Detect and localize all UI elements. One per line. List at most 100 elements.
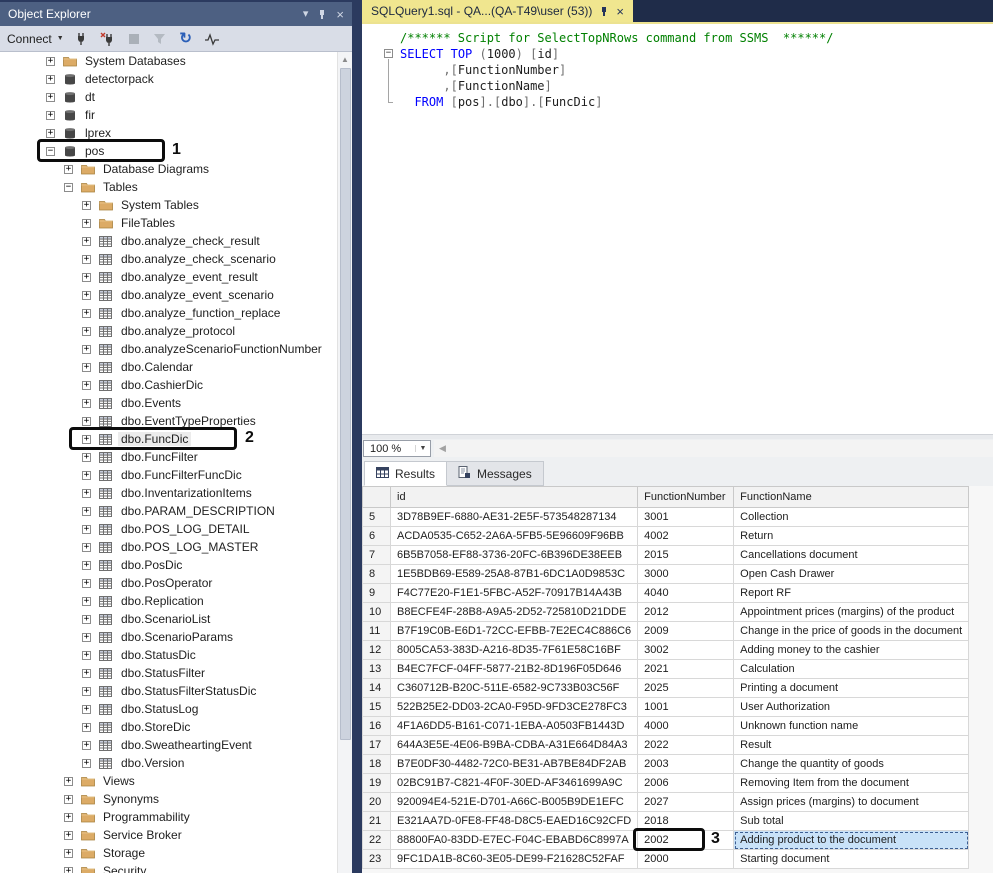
row-header[interactable]: 16 bbox=[363, 717, 391, 736]
cell-id[interactable]: E321AA7D-0FE8-FF48-D8C5-EAED16C92CFD bbox=[391, 812, 638, 831]
cell-functionname[interactable]: Unknown function name bbox=[734, 717, 969, 736]
row-header[interactable]: 7 bbox=[363, 546, 391, 565]
tree-item-system-tables[interactable]: +System Tables bbox=[0, 196, 337, 214]
tree-item-dbo-sweatheartingevent[interactable]: +dbo.SweatheartingEvent bbox=[0, 736, 337, 754]
cell-functionname[interactable]: Report RF bbox=[734, 584, 969, 603]
zoom-level-select[interactable]: 100 % ▼ bbox=[363, 440, 431, 457]
cell-functionname[interactable]: Starting document bbox=[734, 850, 969, 869]
row-header[interactable]: 9 bbox=[363, 584, 391, 603]
cell-id[interactable]: 02BC91B7-C821-4F0F-30ED-AF3461699A9C bbox=[391, 774, 638, 793]
row-header[interactable]: 5 bbox=[363, 508, 391, 527]
cell-functionname[interactable]: Open Cash Drawer bbox=[734, 565, 969, 584]
cell-id[interactable]: B4EC7FCF-04FF-5877-21B2-8D196F05D646 bbox=[391, 660, 638, 679]
row-header[interactable]: 6 bbox=[363, 527, 391, 546]
tab-messages[interactable]: Messages bbox=[446, 461, 544, 486]
expand-icon[interactable]: + bbox=[82, 489, 91, 498]
row-header[interactable]: 10 bbox=[363, 603, 391, 622]
tree-item-dbo-statusdic[interactable]: +dbo.StatusDic bbox=[0, 646, 337, 664]
cell-id[interactable]: 8005CA53-383D-A216-8D35-7F61E58C16BF bbox=[391, 641, 638, 660]
tree-item-dbo-statusfilterstatusdic[interactable]: +dbo.StatusFilterStatusDic bbox=[0, 682, 337, 700]
refresh-icon[interactable]: ↻ bbox=[178, 31, 194, 47]
cell-functionname[interactable]: Cancellations document bbox=[734, 546, 969, 565]
tree-item-dbo-scenarioparams[interactable]: +dbo.ScenarioParams bbox=[0, 628, 337, 646]
tree-item-fir[interactable]: +fir bbox=[0, 106, 337, 124]
activity-monitor-icon[interactable] bbox=[204, 31, 220, 47]
cell-id[interactable]: 4F1A6DD5-B161-C071-1EBA-A0503FB1443D bbox=[391, 717, 638, 736]
cell-id[interactable]: F4C77E20-F1E1-5FBC-A52F-70917B14A43B bbox=[391, 584, 638, 603]
tree-item-filetables[interactable]: +FileTables bbox=[0, 214, 337, 232]
cell-id[interactable]: 522B25E2-DD03-2CA0-F95D-9FD3CE278FC3 bbox=[391, 698, 638, 717]
object-explorer-titlebar[interactable]: Object Explorer ▾ × bbox=[0, 2, 352, 26]
cell-functionnumber[interactable]: 3001 bbox=[638, 508, 734, 527]
cell-id[interactable]: ACDA0535-C652-2A6A-5FB5-5E96609F96BB bbox=[391, 527, 638, 546]
cell-functionnumber[interactable]: 3000 bbox=[638, 565, 734, 584]
expand-icon[interactable]: + bbox=[82, 687, 91, 696]
close-icon[interactable]: × bbox=[616, 5, 624, 18]
connect-plug-icon[interactable] bbox=[74, 31, 90, 47]
column-header-corner[interactable] bbox=[363, 487, 391, 508]
tree-item-system-databases[interactable]: +System Databases bbox=[0, 52, 337, 70]
pin-icon[interactable] bbox=[600, 6, 608, 17]
tree-item-dbo-analyze-function-replace[interactable]: +dbo.analyze_function_replace bbox=[0, 304, 337, 322]
cell-functionnumber[interactable]: 2000 bbox=[638, 850, 734, 869]
tree-item-dbo-analyzescenariofunctionnumber[interactable]: +dbo.analyzeScenarioFunctionNumber bbox=[0, 340, 337, 358]
cell-functionnumber[interactable]: 2009 bbox=[638, 622, 734, 641]
cell-id[interactable]: B7E0DF30-4482-72C0-BE31-AB7BE84DF2AB bbox=[391, 755, 638, 774]
expand-icon[interactable]: + bbox=[46, 57, 55, 66]
cell-id[interactable]: B8ECFE4F-28B8-A9A5-2D52-725810D21DDE bbox=[391, 603, 638, 622]
column-header-id[interactable]: id bbox=[391, 487, 638, 508]
expand-icon[interactable]: + bbox=[82, 507, 91, 516]
expand-icon[interactable]: + bbox=[82, 345, 91, 354]
cell-functionnumber[interactable]: 2006 bbox=[638, 774, 734, 793]
tree-item-dbo-storedic[interactable]: +dbo.StoreDic bbox=[0, 718, 337, 736]
tab-results[interactable]: Results bbox=[364, 461, 447, 486]
tree-item-dbo-funcfilter[interactable]: +dbo.FuncFilter bbox=[0, 448, 337, 466]
cell-functionnumber[interactable]: 4002 bbox=[638, 527, 734, 546]
tree-item-dbo-version[interactable]: +dbo.Version bbox=[0, 754, 337, 772]
row-header[interactable]: 17 bbox=[363, 736, 391, 755]
expand-icon[interactable]: + bbox=[46, 93, 55, 102]
tree-item-dbo-scenariolist[interactable]: +dbo.ScenarioList bbox=[0, 610, 337, 628]
tree-item-views[interactable]: +Views bbox=[0, 772, 337, 790]
tree-item-dbo-pos-log-detail[interactable]: +dbo.POS_LOG_DETAIL bbox=[0, 520, 337, 538]
expand-icon[interactable]: + bbox=[82, 705, 91, 714]
tree-item-dbo-calendar[interactable]: +dbo.Calendar bbox=[0, 358, 337, 376]
collapse-icon[interactable]: − bbox=[64, 183, 73, 192]
cell-functionnumber[interactable]: 3002 bbox=[638, 641, 734, 660]
cell-functionnumber[interactable]: 2022 bbox=[638, 736, 734, 755]
cell-functionname[interactable]: Adding money to the cashier bbox=[734, 641, 969, 660]
close-icon[interactable]: × bbox=[336, 8, 344, 21]
tree-item-dbo-statusfilter[interactable]: +dbo.StatusFilter bbox=[0, 664, 337, 682]
cell-functionname[interactable]: Change the quantity of goods bbox=[734, 755, 969, 774]
tree-item-dbo-statuslog[interactable]: +dbo.StatusLog bbox=[0, 700, 337, 718]
tree-item-storage[interactable]: +Storage bbox=[0, 844, 337, 862]
row-header[interactable]: 15 bbox=[363, 698, 391, 717]
expand-icon[interactable]: + bbox=[82, 417, 91, 426]
expand-icon[interactable]: + bbox=[46, 111, 55, 120]
expand-icon[interactable]: + bbox=[82, 633, 91, 642]
code-fold-collapse-icon[interactable]: − bbox=[384, 49, 393, 58]
row-header[interactable]: 11 bbox=[363, 622, 391, 641]
expand-icon[interactable]: + bbox=[82, 381, 91, 390]
expand-icon[interactable]: + bbox=[82, 273, 91, 282]
cell-functionnumber[interactable]: 2025 bbox=[638, 679, 734, 698]
expand-icon[interactable]: + bbox=[82, 543, 91, 552]
tree-item-dbo-cashierdic[interactable]: +dbo.CashierDic bbox=[0, 376, 337, 394]
cell-functionnumber[interactable]: 2003 bbox=[638, 755, 734, 774]
expand-icon[interactable]: + bbox=[64, 813, 73, 822]
expand-icon[interactable]: + bbox=[82, 219, 91, 228]
expand-icon[interactable]: + bbox=[82, 291, 91, 300]
cell-functionname[interactable]: Calculation bbox=[734, 660, 969, 679]
connect-button[interactable]: Connect ▼ bbox=[7, 32, 64, 46]
expand-icon[interactable]: + bbox=[82, 615, 91, 624]
cell-id[interactable]: C360712B-B20C-511E-6582-9C733B03C56F bbox=[391, 679, 638, 698]
row-header[interactable]: 18 bbox=[363, 755, 391, 774]
tree-item-dbo-analyze-check-result[interactable]: +dbo.analyze_check_result bbox=[0, 232, 337, 250]
editor-horizontal-scrollbar[interactable]: ◀ bbox=[434, 440, 993, 457]
cell-functionname[interactable]: Adding product to the document bbox=[734, 831, 969, 850]
tree-scrollbar[interactable]: ▲ bbox=[337, 52, 352, 873]
cell-functionname[interactable]: Removing Item from the document bbox=[734, 774, 969, 793]
expand-icon[interactable]: + bbox=[82, 525, 91, 534]
expand-icon[interactable]: + bbox=[82, 741, 91, 750]
tree-item-security[interactable]: +Security bbox=[0, 862, 337, 873]
